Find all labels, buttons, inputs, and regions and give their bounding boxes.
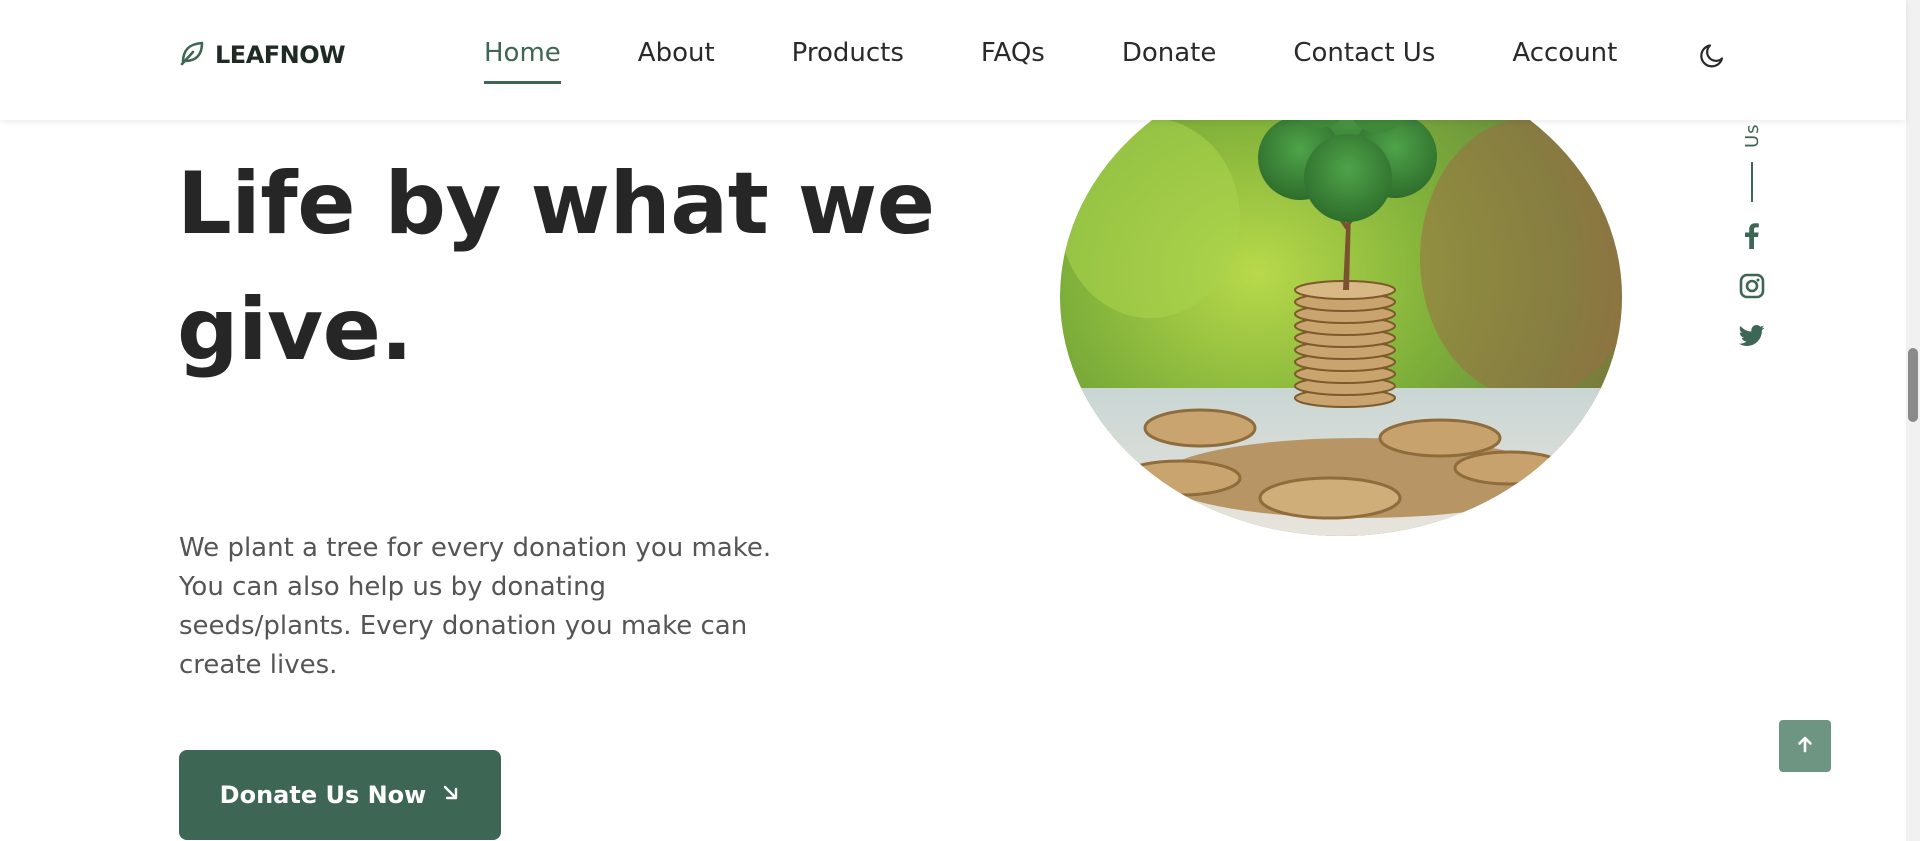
hero-description: We plant a tree for every donation you m… [179,533,772,680]
hero-section: But we make a Life by what we give. We p… [0,0,1906,841]
nav-faqs[interactable]: FAQs [981,38,1045,68]
nav-about[interactable]: About [638,38,715,68]
hero-heading-line-3: give. [177,280,413,380]
donate-now-label: Donate Us Now [219,781,427,809]
main-nav: Home About Products FAQs Donate Contact … [484,38,1617,84]
nav-contact-us[interactable]: Contact Us [1293,38,1435,68]
facebook-icon[interactable] [1736,220,1768,252]
nav-account[interactable]: Account [1512,38,1617,68]
rail-divider [1751,162,1753,202]
hero-image-tree-coins [1060,58,1622,536]
nav-home[interactable]: Home [484,38,561,84]
leaf-icon [179,40,205,70]
moon-icon[interactable] [1698,40,1728,70]
page-scrollbar[interactable] [1906,0,1920,841]
twitter-icon[interactable] [1736,320,1768,352]
brand-logo-link[interactable]: LEAFNOW [179,40,346,70]
back-to-top-button[interactable] [1779,720,1831,772]
instagram-icon[interactable] [1736,270,1768,302]
scrollbar-thumb[interactable] [1908,348,1918,422]
social-rail: Us [1732,110,1772,370]
nav-donate[interactable]: Donate [1122,38,1217,68]
top-navbar: LEAFNOW Home About Products FAQs Donate … [0,0,1906,120]
hero-heading-line-2: Life by what we [177,154,935,254]
arrow-down-right-icon [442,783,460,808]
arrow-up-icon [1796,735,1814,757]
donate-now-button[interactable]: Donate Us Now [179,750,501,840]
nav-products[interactable]: Products [792,38,904,68]
brand-name: LEAFNOW [215,41,346,69]
